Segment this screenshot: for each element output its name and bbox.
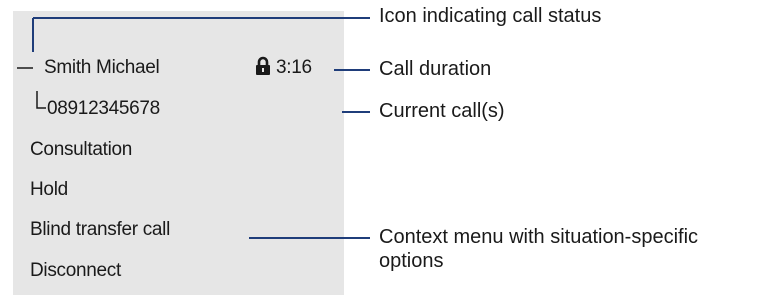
caller-name: Smith Michael bbox=[44, 57, 160, 78]
call-duration-callout: Call duration bbox=[379, 58, 492, 80]
menu-item-blind-transfer[interactable]: Blind transfer call bbox=[30, 220, 170, 239]
menu-item-hold[interactable]: Hold bbox=[30, 180, 68, 199]
current-calls-callout: Current call(s) bbox=[379, 100, 505, 122]
call-duration: 3:16 bbox=[276, 57, 312, 78]
call-status-callout: Icon indicating call status bbox=[379, 5, 602, 27]
menu-item-consultation[interactable]: Consultation bbox=[30, 140, 132, 159]
menu-item-disconnect[interactable]: Disconnect bbox=[30, 261, 121, 280]
context-menu-callout-line2: options bbox=[379, 250, 444, 272]
number-connector bbox=[36, 91, 46, 109]
lock-icon bbox=[256, 56, 270, 75]
caller-number: 08912345678 bbox=[47, 98, 160, 119]
context-menu-callout-line1: Context menu with situation-specific bbox=[379, 226, 699, 248]
